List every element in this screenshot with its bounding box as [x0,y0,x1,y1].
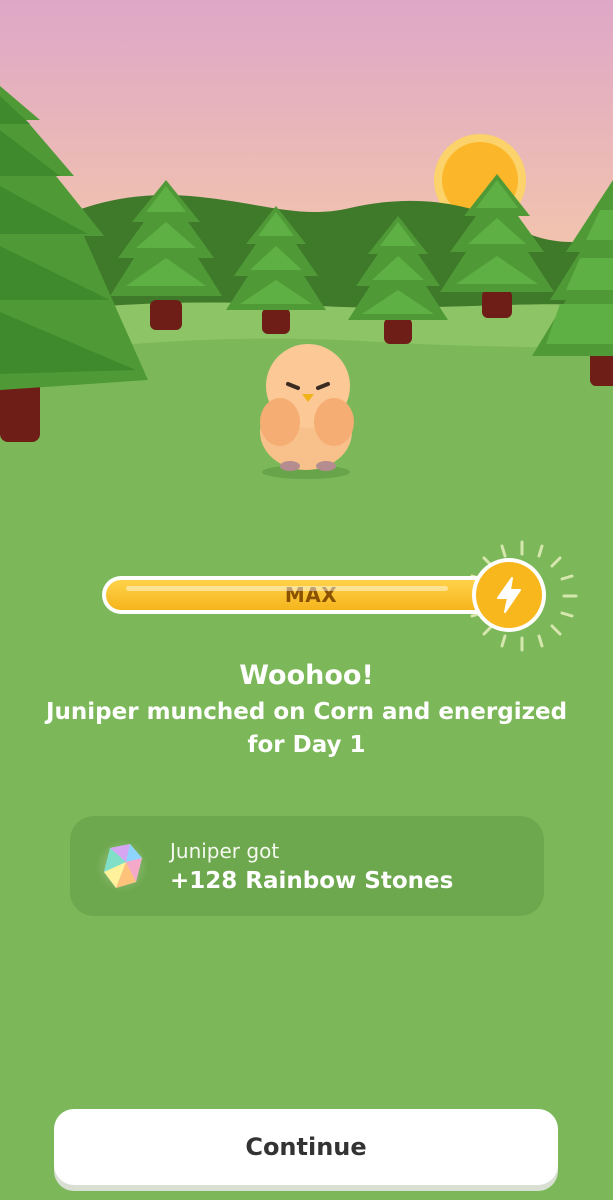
forest-scene [0,0,613,520]
rainbow-stone-icon [96,840,148,892]
reward-caption: Juniper got [170,839,280,863]
energy-meter: MAX [100,540,578,652]
energy-bar-track: MAX [102,576,522,614]
reward-amount: +128 Rainbow Stones [170,868,454,894]
continue-button[interactable]: Continue [54,1109,558,1185]
energy-label: MAX [284,583,338,607]
reward-screen: MAX Woohoo! Juniper munched on Corn and … [0,0,613,1200]
lightning-bolt-icon [497,577,521,613]
energy-badge [472,558,546,632]
reward-card: Juniper got +128 Rainbow Stones [70,816,544,916]
energy-bar-fill: MAX [106,580,518,610]
energized-message: Juniper munched on Corn and energized fo… [45,699,568,758]
headline: Woohoo! [239,660,374,691]
continue-label: Continue [245,1133,367,1161]
